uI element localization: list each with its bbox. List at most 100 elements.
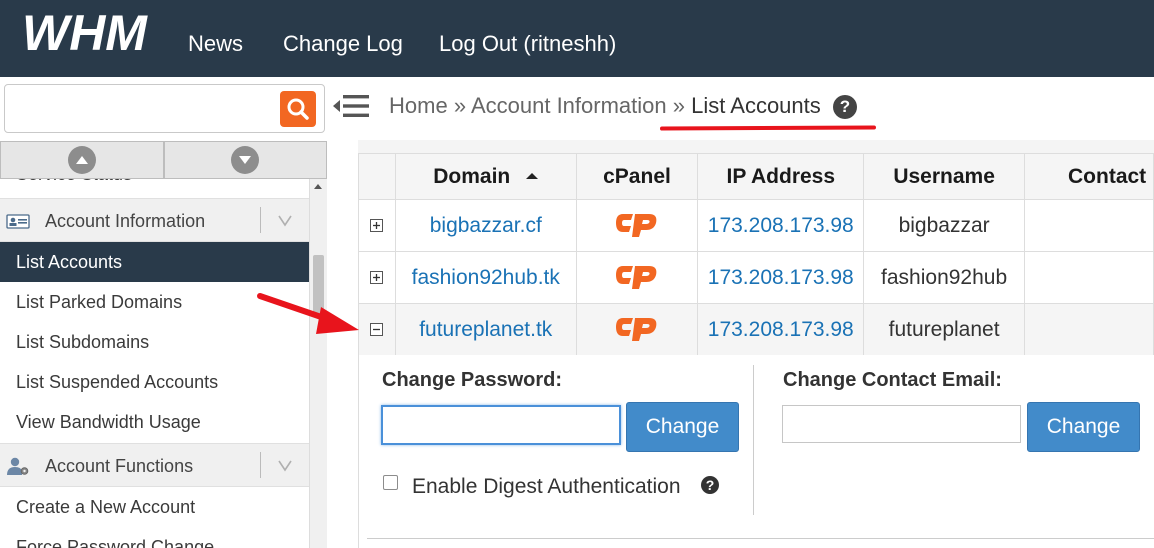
change-password-label: Change Password: [382, 369, 563, 391]
new-password-input[interactable] [381, 405, 621, 445]
breadcrumb-account-information[interactable]: Account Information [471, 93, 667, 118]
cpanel-cell [575, 303, 699, 356]
domain-cell: bigbazzar.cf [394, 199, 577, 252]
svg-text:?: ? [706, 477, 715, 493]
domain-cell: fashion92hub.tk [394, 251, 577, 304]
breadcrumb-separator: » [453, 93, 467, 118]
domain-link[interactable]: bigbazzar.cf [430, 214, 542, 237]
username-cell: fashion92hub [863, 251, 1025, 304]
column-header-cpanel[interactable]: cPanel [575, 153, 699, 200]
arrow-down-icon [231, 146, 260, 174]
annotation-arrow [257, 293, 359, 334]
change-password-button[interactable]: Change [626, 402, 739, 452]
domain-link[interactable]: futureplanet.tk [419, 318, 552, 341]
table-row-expanded: futureplanet.tk 173.208.173.98 futurepla… [358, 303, 1154, 356]
table-row: bigbazzar.cf 173.208.173.98 bigbazzar [358, 199, 1154, 252]
sidebar-scrollbar[interactable] [310, 179, 327, 548]
expand-column-header [358, 153, 396, 200]
username-cell: futureplanet [863, 303, 1025, 356]
whm-logo[interactable]: WHM [22, 10, 177, 56]
expand-plus-icon[interactable] [370, 270, 384, 284]
scroll-down-button[interactable] [163, 141, 327, 179]
search-icon [287, 98, 309, 120]
chevron-down-icon[interactable] [276, 211, 294, 229]
cpanel-cell [575, 199, 699, 252]
help-icon[interactable]: ? [832, 95, 857, 119]
domain-cell: futureplanet.tk [394, 303, 577, 356]
sidebar-search [4, 84, 325, 133]
id-card-icon [6, 214, 30, 229]
column-header-contact[interactable]: Contact [1024, 153, 1154, 200]
sidebar-item-create-account[interactable]: Create a New Account [0, 487, 309, 527]
ip-link[interactable]: 173.208.173.98 [708, 214, 854, 237]
contact-email-input[interactable] [782, 405, 1021, 443]
ip-cell: 173.208.173.98 [697, 199, 865, 252]
sidebar-group-label: Account Information [45, 211, 206, 231]
contact-cell [1024, 303, 1154, 356]
breadcrumb-separator: » [672, 93, 686, 118]
change-email-label: Change Contact Email: [783, 369, 1002, 391]
logo-text: WHM [22, 10, 148, 56]
nav-news[interactable]: News [188, 0, 243, 77]
expand-plus-icon[interactable] [370, 218, 384, 232]
nav-logout-link[interactable]: Log Out (ritneshh) [439, 31, 616, 56]
contact-cell [1024, 199, 1154, 252]
divider [367, 538, 1154, 539]
scrollbar-up-arrow-icon[interactable] [314, 184, 322, 189]
column-header-username[interactable]: Username [863, 153, 1025, 200]
contact-cell [1024, 251, 1154, 304]
digest-auth-checkbox[interactable] [383, 475, 398, 490]
panel-divider [753, 365, 754, 515]
column-header-domain[interactable]: Domain [394, 153, 577, 200]
account-edit-panel: Change Password: Change Enable Digest Au… [358, 355, 1154, 548]
sidebar-group-label: Account Functions [45, 456, 194, 476]
sidebar-group-account-information[interactable]: Account Information [0, 198, 309, 242]
breadcrumb-current: List Accounts [691, 93, 821, 118]
nav-change-log-link[interactable]: Change Log [283, 31, 403, 56]
expand-cell [358, 199, 396, 252]
breadcrumb-home[interactable]: Home [389, 93, 448, 118]
annotation-underline [659, 125, 877, 131]
username-cell: bigbazzar [863, 199, 1025, 252]
top-bar: WHM News Change Log Log Out (ritneshh) [0, 0, 1154, 77]
sidebar-item-list-suspended-accounts[interactable]: List Suspended Accounts [0, 362, 309, 402]
ip-link[interactable]: 173.208.173.98 [708, 266, 854, 289]
menu-toggle-icon[interactable] [333, 92, 371, 120]
ip-link[interactable]: 173.208.173.98 [708, 318, 854, 341]
table-header-row: Domain cPanel IP Address Username Contac… [358, 153, 1154, 200]
change-email-button[interactable]: Change [1027, 402, 1140, 452]
nav-change-log[interactable]: Change Log [283, 0, 403, 77]
sort-ascending-icon [526, 172, 539, 179]
divider [260, 207, 261, 233]
sidebar-item-view-bandwidth-usage[interactable]: View Bandwidth Usage [0, 402, 309, 442]
column-header-ip[interactable]: IP Address [697, 153, 865, 200]
sidebar-item-list-accounts[interactable]: List Accounts [0, 242, 309, 282]
digest-auth-label: Enable Digest Authentication [412, 475, 681, 498]
nav-news-link[interactable]: News [188, 31, 243, 56]
search-input[interactable] [13, 93, 273, 125]
ip-cell: 173.208.173.98 [697, 303, 865, 356]
breadcrumb: Home » Account Information » List Accoun… [389, 92, 857, 120]
sidebar-group-account-functions[interactable]: Account Functions [0, 443, 309, 487]
column-header-domain-label: Domain [433, 164, 511, 188]
sidebar-nav: Service Status Account Information List … [0, 179, 310, 548]
search-button[interactable] [280, 91, 316, 127]
domain-link[interactable]: fashion92hub.tk [412, 266, 560, 289]
chevron-down-icon[interactable] [276, 456, 294, 474]
cpanel-logo-icon[interactable] [613, 260, 661, 290]
accounts-table: Domain cPanel IP Address Username Contac… [358, 153, 1154, 356]
cpanel-logo-icon[interactable] [613, 312, 661, 342]
sidebar-item-force-password-change[interactable]: Force Password Change [0, 527, 309, 548]
arrow-up-icon [67, 146, 96, 174]
table-row: fashion92hub.tk 173.208.173.98 fashion92… [358, 251, 1154, 304]
nav-logout[interactable]: Log Out (ritneshh) [439, 0, 616, 77]
sidebar-item-service-status[interactable]: Service Status [0, 179, 309, 189]
help-icon[interactable]: ? [700, 475, 720, 495]
cpanel-cell [575, 251, 699, 304]
divider [260, 452, 261, 478]
cpanel-logo-icon[interactable] [613, 208, 661, 238]
scroll-up-button[interactable] [0, 141, 164, 179]
sidebar-scroll-buttons [0, 141, 327, 179]
ip-cell: 173.208.173.98 [697, 251, 865, 304]
user-gear-icon [7, 457, 29, 475]
